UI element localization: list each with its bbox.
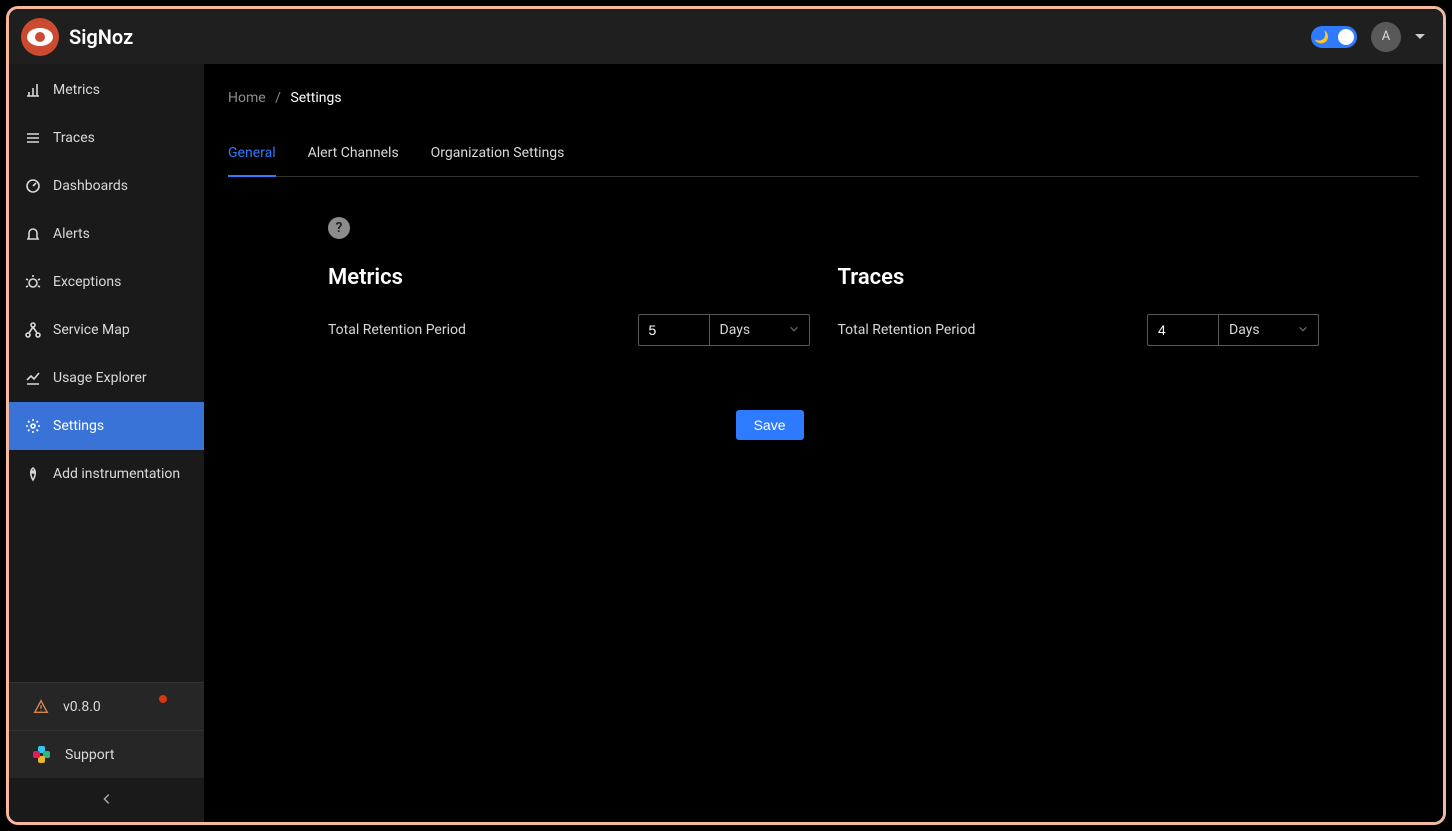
main-content: Home / Settings General Alert Channels O… xyxy=(204,64,1443,822)
sidebar-item-label: Metrics xyxy=(53,82,100,98)
sidebar-item-add-instrumentation[interactable]: Add instrumentation xyxy=(9,450,204,498)
logo-icon xyxy=(21,18,59,56)
save-button[interactable]: Save xyxy=(736,410,804,440)
logo[interactable]: SigNoz xyxy=(21,18,133,56)
sidebar-item-label: Alerts xyxy=(53,226,90,242)
bell-icon xyxy=(25,226,41,242)
tab-general[interactable]: General xyxy=(228,135,276,177)
sidebar-item-service-map[interactable]: Service Map xyxy=(9,306,204,354)
sidebar-item-metrics[interactable]: Metrics xyxy=(9,66,204,114)
line-chart-icon xyxy=(25,370,41,386)
moon-icon: 🌙 xyxy=(1314,30,1329,44)
gear-icon xyxy=(25,418,41,434)
sidebar: Metrics Traces Dashboards xyxy=(9,64,204,822)
sidebar-item-label: Usage Explorer xyxy=(53,370,147,386)
rocket-icon xyxy=(25,466,41,482)
sidebar-item-label: Settings xyxy=(53,418,104,434)
metrics-heading: Metrics xyxy=(328,265,810,290)
support-label: Support xyxy=(65,747,114,763)
theme-toggle[interactable]: 🌙 xyxy=(1311,26,1357,48)
traces-retention-unit-select[interactable]: Days xyxy=(1219,314,1319,346)
sidebar-item-traces[interactable]: Traces xyxy=(9,114,204,162)
dashboard-icon xyxy=(25,178,41,194)
sidebar-item-usage-explorer[interactable]: Usage Explorer xyxy=(9,354,204,402)
metrics-retention-unit-select[interactable]: Days xyxy=(710,314,810,346)
sidebar-item-label: Service Map xyxy=(53,322,130,338)
sidebar-item-label: Traces xyxy=(53,130,95,146)
metrics-section: Metrics Total Retention Period Days xyxy=(328,265,810,346)
metrics-retention-unit: Days xyxy=(720,322,751,338)
sidebar-item-settings[interactable]: Settings xyxy=(9,402,204,450)
sidebar-support[interactable]: Support xyxy=(9,730,204,778)
traces-section: Traces Total Retention Period Days xyxy=(838,265,1320,346)
sidebar-item-dashboards[interactable]: Dashboards xyxy=(9,162,204,210)
sidebar-version[interactable]: v0.8.0 xyxy=(9,682,204,730)
traces-heading: Traces xyxy=(838,265,1320,290)
version-label: v0.8.0 xyxy=(63,699,101,715)
metrics-retention-input[interactable] xyxy=(638,314,710,346)
breadcrumb-current: Settings xyxy=(290,90,341,106)
sidebar-item-alerts[interactable]: Alerts xyxy=(9,210,204,258)
metrics-retention-label: Total Retention Period xyxy=(328,322,466,338)
network-icon xyxy=(25,322,41,338)
topbar: SigNoz 🌙 A xyxy=(9,9,1443,64)
list-icon xyxy=(25,130,41,146)
bar-chart-icon xyxy=(25,82,41,98)
sidebar-collapse[interactable] xyxy=(9,778,204,822)
sidebar-item-exceptions[interactable]: Exceptions xyxy=(9,258,204,306)
app-title: SigNoz xyxy=(69,25,133,49)
tab-organization-settings[interactable]: Organization Settings xyxy=(431,135,565,177)
chevron-left-icon xyxy=(100,791,114,810)
traces-retention-unit: Days xyxy=(1229,322,1260,338)
sidebar-item-label: Exceptions xyxy=(53,274,121,290)
chevron-down-icon xyxy=(789,322,799,338)
traces-retention-input[interactable] xyxy=(1147,314,1219,346)
chevron-down-icon xyxy=(1298,322,1308,338)
sidebar-item-label: Dashboards xyxy=(53,178,128,194)
tabs: General Alert Channels Organization Sett… xyxy=(228,134,1419,177)
sidebar-item-label: Add instrumentation xyxy=(53,466,180,482)
traces-retention-label: Total Retention Period xyxy=(838,322,976,338)
bug-icon xyxy=(25,274,41,290)
breadcrumb: Home / Settings xyxy=(228,90,1419,106)
avatar[interactable]: A xyxy=(1371,22,1401,52)
notification-dot-icon xyxy=(159,695,167,703)
tab-alert-channels[interactable]: Alert Channels xyxy=(308,135,399,177)
slack-icon xyxy=(33,746,51,764)
help-icon[interactable]: ? xyxy=(328,217,350,239)
warning-icon xyxy=(33,699,49,715)
user-menu-caret-icon[interactable] xyxy=(1415,34,1425,39)
breadcrumb-home[interactable]: Home xyxy=(228,90,266,106)
